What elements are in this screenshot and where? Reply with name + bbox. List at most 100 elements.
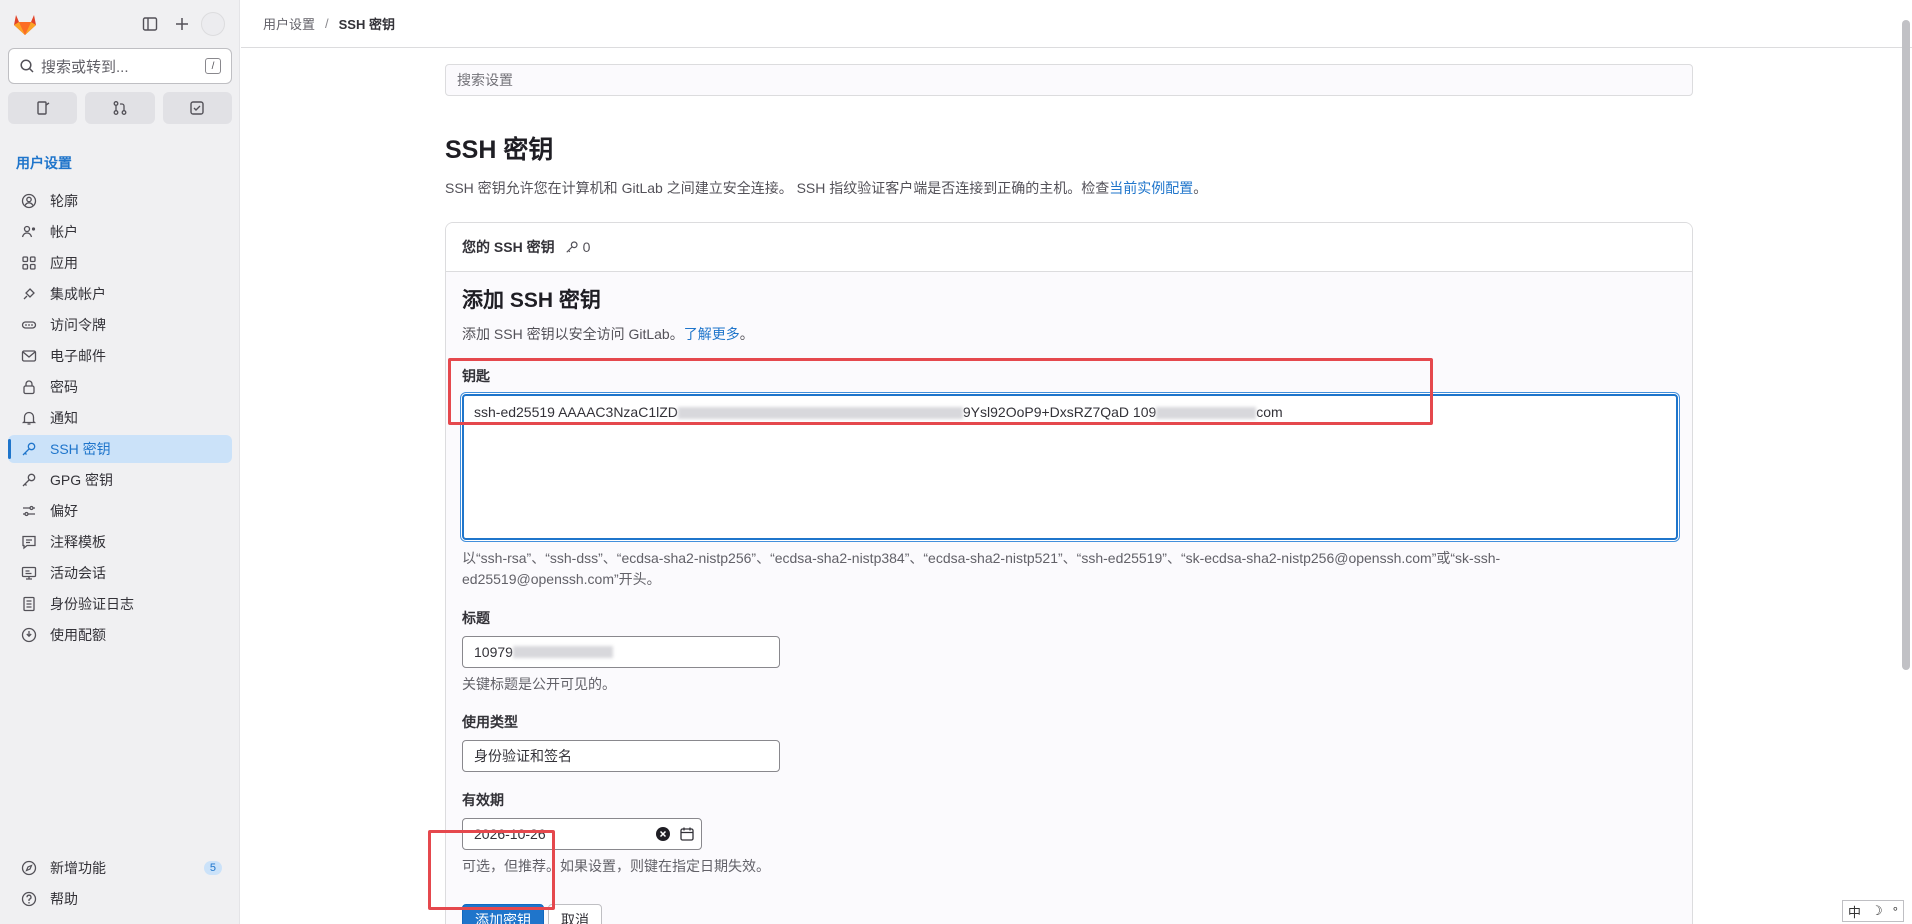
lock-icon: [20, 378, 38, 396]
usage-type-select[interactable]: 身份验证和签名: [462, 740, 780, 772]
clear-date-icon[interactable]: [655, 826, 671, 842]
issues-icon: [36, 101, 50, 115]
page-title: SSH 密钥: [445, 136, 554, 164]
sidebar-item-label: 帐户: [50, 224, 78, 240]
quick-actions: [8, 92, 232, 124]
sessions-icon: [20, 564, 38, 582]
sidebar-item-label: 使用配额: [50, 627, 106, 643]
sidebar-item-profile[interactable]: 轮廓: [8, 187, 232, 215]
help-label: 帮助: [50, 891, 78, 907]
preferences-icon: [20, 502, 38, 520]
sidebar-item-label: 电子邮件: [50, 348, 106, 364]
account-icon: [20, 223, 38, 241]
title-input[interactable]: 10979: [462, 636, 780, 668]
applications-icon: [20, 254, 38, 272]
avatar[interactable]: [201, 12, 225, 36]
search-icon: [20, 59, 34, 73]
sidebar-item-password[interactable]: 密码: [8, 373, 232, 401]
sidebar-item-label: 通知: [50, 410, 78, 426]
whats-new-label: 新增功能: [50, 860, 106, 876]
key-icon: [20, 440, 38, 458]
page-description-text: SSH 密钥允许您在计算机和 GitLab 之间建立安全连接。 SSH 指纹验证…: [445, 180, 1110, 196]
issues-button[interactable]: [8, 92, 78, 124]
sidebar-item-preferences[interactable]: 偏好: [8, 497, 232, 525]
sidebar-item-label: 密码: [50, 379, 78, 395]
search-input[interactable]: 搜索或转到... /: [8, 48, 232, 84]
sidebar-item-label: 应用: [50, 255, 78, 271]
breadcrumb-current[interactable]: SSH 密钥: [339, 14, 395, 33]
key-format-hint: 以“ssh-rsa”、“ssh-dss”、“ecdsa-sha2-nistp25…: [462, 550, 1501, 587]
usage-type-field: 使用类型 身份验证和签名: [462, 712, 1676, 772]
sidebar-toggle-icon[interactable]: [138, 12, 162, 36]
expiry-field: 有效期 2026-10-26 可选，但推荐。如果设置，则键在指定日期失效。: [462, 790, 1676, 876]
page-scrollbar[interactable]: [1902, 20, 1910, 670]
breadcrumb: 用户设置 / SSH 密钥: [241, 0, 1912, 48]
add-key-button[interactable]: 添加密钥: [462, 904, 544, 924]
calendar-icon[interactable]: [679, 826, 695, 842]
expiry-label: 有效期: [462, 792, 504, 808]
sidebar-item-label: 偏好: [50, 503, 78, 519]
token-icon: [20, 316, 38, 334]
breadcrumb-parent[interactable]: 用户设置: [263, 14, 315, 33]
help-icon: [20, 890, 38, 908]
cancel-button[interactable]: 取消: [548, 904, 602, 924]
whats-new-button[interactable]: 新增功能 5: [8, 854, 232, 882]
settings-search-placeholder: 搜索设置: [457, 72, 513, 88]
sidebar-bottom: 新增功能 5 帮助: [8, 854, 232, 916]
compass-icon: [20, 859, 38, 877]
form-title: 添加 SSH 密钥: [462, 289, 601, 312]
todos-button[interactable]: [162, 92, 232, 124]
log-icon: [20, 595, 38, 613]
settings-nav: 轮廓 帐户 应用 集成帐户 访问令牌 电子邮件 密码 通知 SSH 密钥 GPG…: [8, 187, 232, 652]
redacted-title-part: [512, 646, 613, 658]
sidebar-item-usage-quotas[interactable]: 使用配额: [8, 621, 232, 649]
key-icon: [565, 241, 578, 253]
sidebar-item-comment-templates[interactable]: 注释模板: [8, 528, 232, 556]
card-header-title: 您的 SSH 密钥: [462, 239, 555, 255]
search-placeholder: 搜索或转到...: [41, 58, 129, 76]
chat-integration-icon: [20, 285, 38, 303]
sidebar-item-integrations[interactable]: 集成帐户: [8, 280, 232, 308]
sidebar-item-label: 轮廓: [50, 193, 78, 209]
sidebar-item-auth-log[interactable]: 身份验证日志: [8, 590, 232, 618]
key-label: 钥匙: [462, 368, 490, 384]
sidebar-item-active-sessions[interactable]: 活动会话: [8, 559, 232, 587]
form-description-end: 。: [739, 326, 754, 342]
todo-icon: [190, 101, 205, 115]
key-textarea[interactable]: ssh-ed25519 AAAAC3NzaC1lZD 9Ysl92OoP9+Dxs…: [462, 394, 1678, 540]
sidebar-item-ssh-keys[interactable]: SSH 密钥: [8, 435, 232, 463]
expiry-date-input[interactable]: 2026-10-26: [462, 818, 702, 850]
add-ssh-key-form: 添加 SSH 密钥 添加 SSH 密钥以安全访问 GitLab。了解更多。 钥匙…: [446, 272, 1692, 924]
main-content: 搜索设置 SSH 密钥 SSH 密钥允许您在计算机和 GitLab 之间建立安全…: [445, 64, 1693, 924]
settings-search-input[interactable]: 搜索设置: [445, 64, 1693, 96]
sidebar-item-access-tokens[interactable]: 访问令牌: [8, 311, 232, 339]
redacted-key-part: [677, 407, 963, 420]
sidebar-item-label: 活动会话: [50, 565, 106, 581]
sidebar: 搜索或转到... / 用户设置 轮廓 帐户 应用 集成帐户 访问令牌 电子邮件 …: [0, 0, 240, 924]
ime-moon-icon: ☽: [1871, 903, 1883, 918]
expiry-date-value: 2026-10-26: [474, 826, 546, 842]
ime-indicator[interactable]: 中 ☽ °: [1842, 900, 1904, 922]
instance-config-link[interactable]: 当前实例配置: [1109, 180, 1193, 196]
sidebar-item-label: 身份验证日志: [50, 596, 134, 612]
help-button[interactable]: 帮助: [8, 885, 232, 913]
key-value-end: com: [1256, 404, 1283, 420]
ssh-keys-card: 您的 SSH 密钥 0 添加 SSH 密钥 添加 SSH 密钥以安全访问 Git…: [445, 222, 1693, 924]
sidebar-item-label: 集成帐户: [50, 286, 106, 302]
sidebar-item-gpg-keys[interactable]: GPG 密钥: [8, 466, 232, 494]
sidebar-item-account[interactable]: 帐户: [8, 218, 232, 246]
title-input-value: 10979: [474, 644, 513, 660]
redacted-email-part: [1156, 407, 1257, 420]
sidebar-item-label: GPG 密钥: [50, 472, 114, 488]
sidebar-item-emails[interactable]: 电子邮件: [8, 342, 232, 370]
create-new-icon[interactable]: [170, 12, 194, 36]
gitlab-logo[interactable]: [12, 12, 38, 36]
expiry-hint: 可选，但推荐。如果设置，则键在指定日期失效。: [462, 858, 770, 874]
sidebar-top: [10, 10, 229, 38]
merge-requests-button[interactable]: [85, 92, 155, 124]
mail-icon: [20, 347, 38, 365]
card-header: 您的 SSH 密钥 0: [446, 223, 1692, 272]
learn-more-link[interactable]: 了解更多: [684, 326, 740, 342]
sidebar-item-applications[interactable]: 应用: [8, 249, 232, 277]
sidebar-item-notifications[interactable]: 通知: [8, 404, 232, 432]
